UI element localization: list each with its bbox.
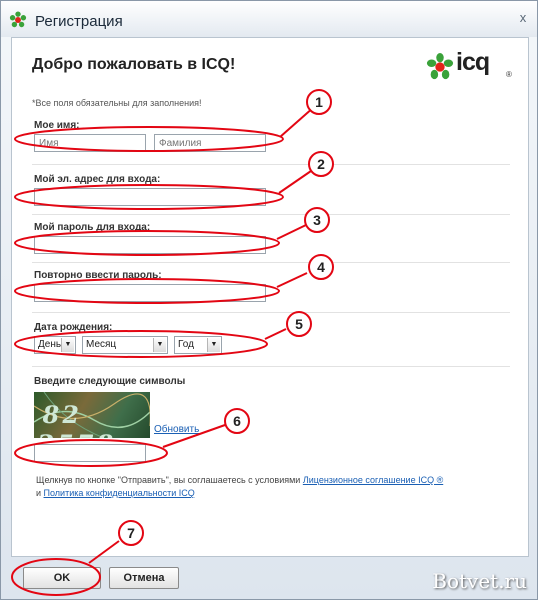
terms-text-part1: Щелкнув по кнопке "Отправить", вы соглаш… [36, 475, 303, 485]
divider [32, 366, 510, 367]
refresh-captcha-link[interactable]: Обновить [154, 424, 199, 435]
ok-button[interactable]: OK [23, 567, 101, 589]
password-input[interactable] [34, 236, 266, 254]
divider [32, 214, 510, 215]
month-select[interactable]: Месяц ▼ [82, 336, 168, 354]
year-select[interactable]: Год ▼ [174, 336, 222, 354]
required-note: *Все поля обязательны для заполнения! [32, 98, 202, 108]
chevron-down-icon: ▼ [153, 338, 166, 352]
registration-form: Добро пожаловать в ICQ! icq ® *Все поля … [11, 37, 529, 557]
logo-text: icq [456, 48, 490, 76]
day-select[interactable]: День ▼ [34, 336, 76, 354]
window-title: Регистрация [35, 13, 123, 30]
title-bar: Регистрация x [1, 1, 537, 37]
registration-window: Регистрация x Добро пожаловать в ICQ! ic… [0, 0, 538, 600]
name-label: Мое имя: [34, 120, 80, 131]
logo-reg-mark: ® [506, 70, 512, 79]
birth-date-label: Дата рождения: [34, 322, 113, 333]
day-select-value: День [38, 339, 62, 350]
email-label: Мой эл. адрес для входа: [34, 174, 161, 185]
chevron-down-icon: ▼ [61, 338, 74, 352]
icq-flower-logo-icon [426, 53, 454, 80]
month-select-value: Месяц [86, 339, 117, 350]
year-select-value: Год [178, 339, 194, 350]
last-name-input[interactable] [154, 134, 266, 152]
icq-flower-icon [9, 11, 27, 28]
divider [32, 164, 510, 165]
repeat-password-input[interactable] [34, 284, 266, 302]
close-icon[interactable]: x [515, 10, 531, 26]
watermark: Botvet.ru [432, 569, 527, 593]
captcha-input[interactable] [34, 444, 146, 462]
divider [32, 312, 510, 313]
first-name-input[interactable] [34, 134, 146, 152]
privacy-policy-link[interactable]: Политика конфиденциальности ICQ [44, 488, 195, 498]
repeat-password-label: Повторно ввести пароль: [34, 270, 162, 281]
email-input[interactable] [34, 188, 266, 206]
page-title: Добро пожаловать в ICQ! [32, 56, 236, 73]
cancel-button[interactable]: Отмена [109, 567, 179, 589]
captcha-image: 82 2578 [34, 392, 150, 438]
chevron-down-icon: ▼ [207, 338, 220, 352]
terms-text: Щелкнув по кнопке "Отправить", вы соглаш… [36, 474, 516, 500]
captcha-label: Введите следующие символы [34, 376, 186, 387]
password-label: Мой пароль для входа: [34, 222, 151, 233]
license-agreement-link[interactable]: Лицензионное соглашение ICQ ® [303, 475, 443, 485]
terms-text-part2: и [36, 488, 44, 498]
icq-logo: icq ® [424, 48, 514, 84]
divider [32, 262, 510, 263]
captcha-code: 82 2578 [35, 400, 119, 438]
